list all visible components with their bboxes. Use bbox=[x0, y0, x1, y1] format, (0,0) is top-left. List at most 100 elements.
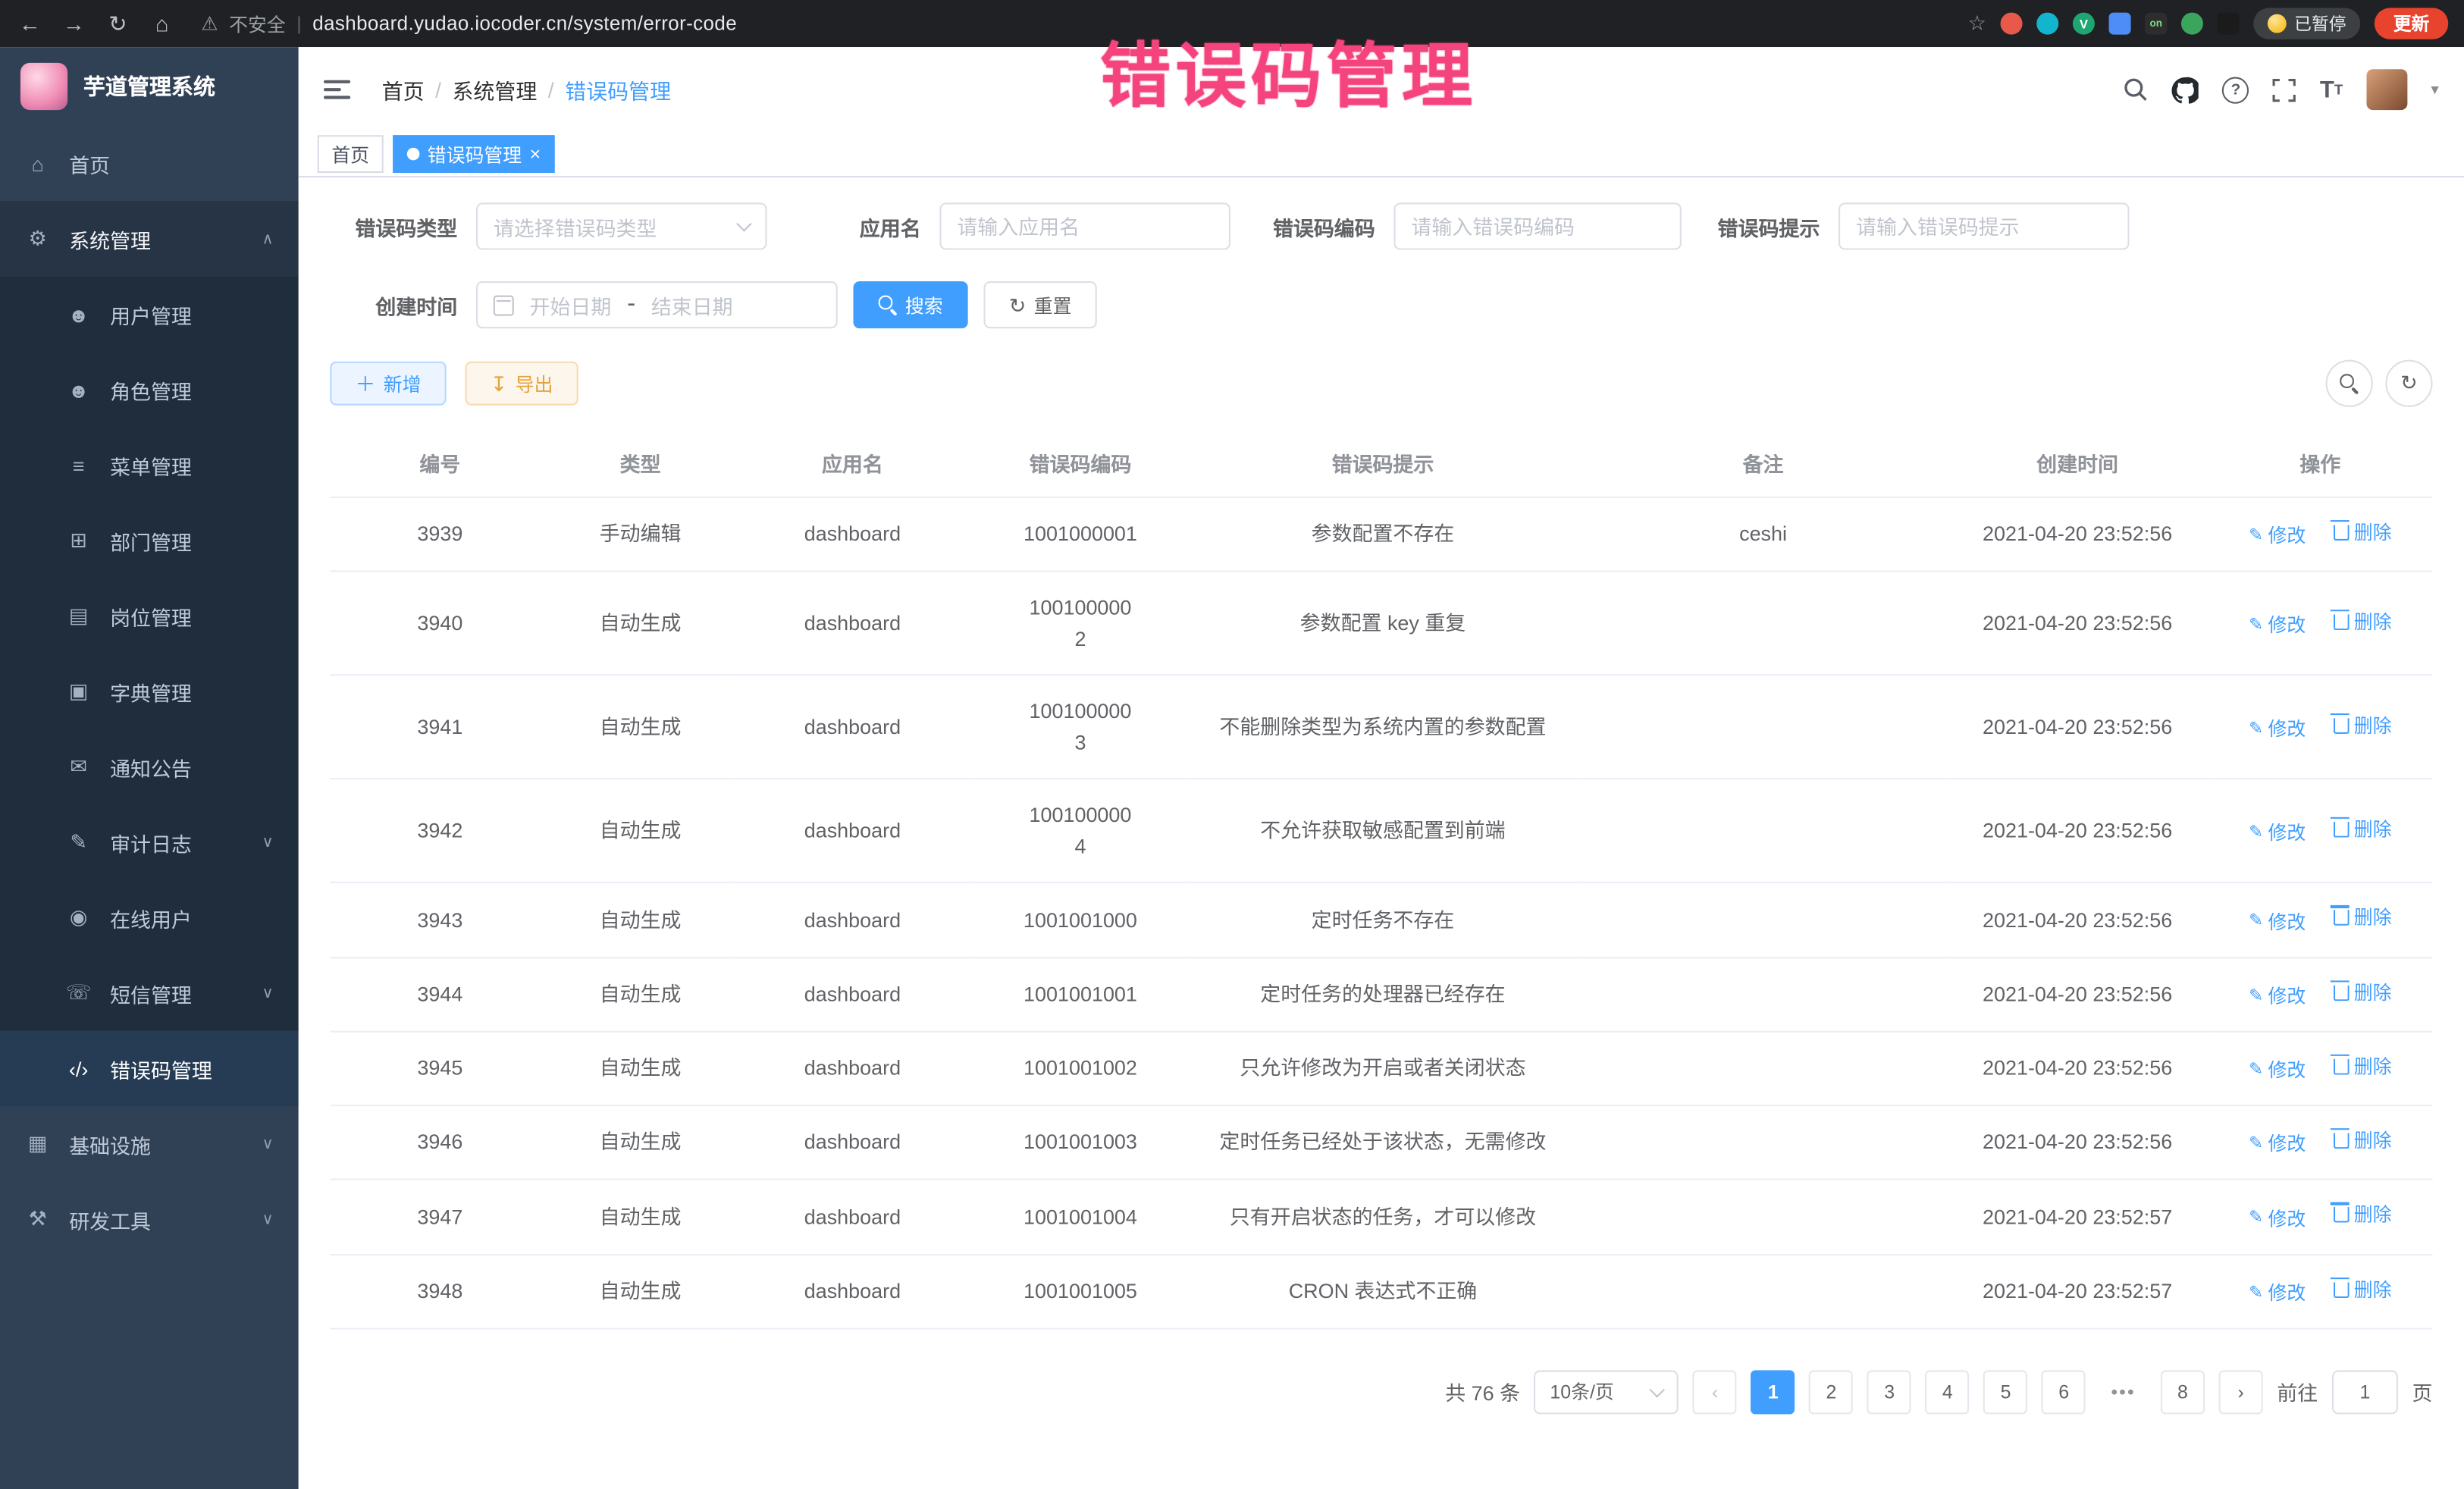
edit-link[interactable]: ✎ 修改 bbox=[2249, 1205, 2306, 1233]
edit-link[interactable]: ✎ 修改 bbox=[2249, 1279, 2306, 1307]
view-tab[interactable]: 首页 × bbox=[318, 135, 384, 173]
sidebar-menu-item[interactable]: ≡ 菜单管理 bbox=[0, 428, 299, 503]
extension-pin-icon[interactable] bbox=[2218, 13, 2240, 35]
page-button[interactable]: 1 bbox=[1751, 1370, 1795, 1414]
github-icon[interactable] bbox=[2172, 77, 2199, 103]
breadcrumb-item[interactable]: 系统管理 / bbox=[452, 74, 553, 105]
prev-page-button[interactable]: ‹ bbox=[1693, 1370, 1737, 1414]
date-range-picker[interactable]: 开始日期 - 结束日期 bbox=[476, 281, 838, 328]
browser-back-button[interactable]: ← bbox=[16, 11, 44, 36]
sidebar-menu-item[interactable]: ☻ 用户管理 bbox=[0, 277, 299, 352]
next-page-button[interactable]: › bbox=[2219, 1370, 2263, 1414]
delete-link[interactable]: 删除 bbox=[2334, 904, 2392, 932]
error-message-input[interactable] bbox=[1839, 202, 2129, 249]
edit-label: 修改 bbox=[2268, 715, 2306, 743]
sidebar-menu-item[interactable]: ▦ 基础设施 ∨ bbox=[0, 1106, 299, 1181]
page-button[interactable]: 8 bbox=[2161, 1370, 2205, 1414]
sidebar-menu-item[interactable]: ▤ 岗位管理 bbox=[0, 578, 299, 654]
edit-link[interactable]: ✎ 修改 bbox=[2249, 715, 2306, 743]
edit-link[interactable]: ✎ 修改 bbox=[2249, 908, 2306, 936]
active-dot bbox=[407, 148, 420, 161]
sidebar-menu-item[interactable]: ✉ 通知公告 bbox=[0, 729, 299, 804]
breadcrumb-item[interactable]: 错误码管理 / bbox=[565, 74, 671, 105]
edit-pencil-icon: ✎ bbox=[2249, 1280, 2263, 1306]
reset-button[interactable]: ↻ 重置 bbox=[984, 281, 1097, 328]
sidebar-menu-item[interactable]: ✎ 审计日志 ∨ bbox=[0, 804, 299, 879]
edit-link[interactable]: ✎ 修改 bbox=[2249, 1056, 2306, 1084]
search-icon[interactable] bbox=[2124, 77, 2149, 102]
cell-error-message: 参数配置不存在 bbox=[1187, 497, 1579, 572]
page-button[interactable]: 2 bbox=[1809, 1370, 1853, 1414]
chevron-down-icon[interactable]: ▾ bbox=[2431, 81, 2438, 99]
delete-link[interactable]: 删除 bbox=[2334, 1052, 2392, 1080]
view-tab[interactable]: 错误码管理 × bbox=[393, 135, 555, 173]
address-bar[interactable]: ⚠ 不安全 | dashboard.yudao.iocoder.cn/syste… bbox=[201, 10, 1952, 36]
app-name-input[interactable] bbox=[940, 202, 1230, 249]
refresh-table-button[interactable]: ↻ bbox=[2385, 360, 2432, 407]
sidebar-menu-item[interactable]: ⚙ 系统管理 ∧ bbox=[0, 201, 299, 276]
sidebar-menu-item[interactable]: ‹/› 错误码管理 bbox=[0, 1031, 299, 1106]
edit-label: 修改 bbox=[2268, 819, 2306, 847]
page-button[interactable]: 4 bbox=[1926, 1370, 1970, 1414]
goto-page-input[interactable] bbox=[2332, 1370, 2398, 1414]
fullscreen-icon[interactable] bbox=[2273, 78, 2296, 102]
search-button[interactable]: 搜索 bbox=[854, 281, 968, 328]
help-icon[interactable]: ? bbox=[2222, 77, 2249, 103]
delete-link[interactable]: 删除 bbox=[2334, 978, 2392, 1006]
profile-paused-chip[interactable]: 已暂停 bbox=[2253, 8, 2360, 39]
sidebar-menu-item[interactable]: ☏ 短信管理 ∨ bbox=[0, 955, 299, 1030]
menu-item-label: 研发工具 bbox=[69, 1205, 243, 1234]
sidebar-toggle-button[interactable] bbox=[324, 80, 350, 99]
menu-item-label: 基础设施 bbox=[69, 1129, 243, 1158]
show-search-button[interactable] bbox=[2326, 360, 2373, 407]
delete-link[interactable]: 删除 bbox=[2334, 1201, 2392, 1229]
export-button[interactable]: ↧ 导出 bbox=[466, 362, 578, 406]
page-button[interactable]: ••• bbox=[2100, 1370, 2146, 1414]
delete-link[interactable]: 删除 bbox=[2334, 711, 2392, 739]
extension-on-badge-icon[interactable] bbox=[2145, 13, 2167, 35]
breadcrumb-item[interactable]: 首页 / bbox=[382, 74, 441, 105]
sidebar-menu-item[interactable]: ◉ 在线用户 bbox=[0, 880, 299, 955]
extension-teal-icon[interactable] bbox=[2036, 13, 2058, 35]
browser-forward-button[interactable]: → bbox=[60, 11, 88, 36]
sidebar-menu-item[interactable]: ⊞ 部门管理 bbox=[0, 503, 299, 578]
edit-link[interactable]: ✎ 修改 bbox=[2249, 982, 2306, 1010]
sidebar-menu-item[interactable]: ⚒ 研发工具 ∨ bbox=[0, 1182, 299, 1257]
chevron-icon: ∨ bbox=[262, 1136, 273, 1153]
edit-link[interactable]: ✎ 修改 bbox=[2249, 522, 2306, 550]
font-size-icon[interactable]: TT bbox=[2320, 77, 2343, 103]
audit-log-icon: ✎ bbox=[66, 829, 91, 854]
sidebar-menu-item[interactable]: ⌂ 首页 bbox=[0, 126, 299, 201]
delete-link[interactable]: 删除 bbox=[2334, 519, 2392, 547]
extension-blue-icon[interactable] bbox=[2109, 13, 2131, 35]
error-code-input[interactable] bbox=[1394, 202, 1682, 249]
extension-green-v-icon[interactable] bbox=[2073, 13, 2095, 35]
browser-home-button[interactable]: ⌂ bbox=[148, 11, 176, 36]
delete-link[interactable]: 删除 bbox=[2334, 607, 2392, 635]
breadcrumb-label: 错误码管理 bbox=[565, 74, 671, 105]
edit-link[interactable]: ✎ 修改 bbox=[2249, 819, 2306, 847]
page-size-select[interactable]: 10条/页 bbox=[1535, 1370, 1679, 1414]
browser-update-button[interactable]: 更新 bbox=[2375, 8, 2448, 39]
page-button[interactable]: 3 bbox=[1867, 1370, 1911, 1414]
delete-link[interactable]: 删除 bbox=[2334, 815, 2392, 843]
close-icon[interactable]: × bbox=[530, 145, 541, 164]
delete-link[interactable]: 删除 bbox=[2334, 1127, 2392, 1155]
page-button[interactable]: 5 bbox=[1983, 1370, 2027, 1414]
bookmark-star-icon[interactable]: ☆ bbox=[1968, 11, 1986, 36]
edit-link[interactable]: ✎ 修改 bbox=[2249, 1130, 2306, 1158]
delete-link[interactable]: 删除 bbox=[2334, 1275, 2392, 1303]
avatar[interactable] bbox=[2366, 69, 2407, 110]
browser-reload-button[interactable]: ↻ bbox=[104, 10, 132, 36]
edit-link[interactable]: ✎ 修改 bbox=[2249, 611, 2306, 639]
add-button[interactable]: ＋ 新增 bbox=[330, 362, 446, 406]
error-type-select[interactable]: 请选择错误码类型 bbox=[476, 202, 766, 249]
sidebar-menu-item[interactable]: ▣ 字典管理 bbox=[0, 654, 299, 729]
extension-leaf-icon[interactable] bbox=[2181, 13, 2203, 35]
page-button[interactable]: 6 bbox=[2042, 1370, 2086, 1414]
extension-red-icon[interactable] bbox=[2001, 13, 2023, 35]
sidebar-menu-item[interactable]: ☻ 角色管理 bbox=[0, 352, 299, 427]
column-header: 应用名 bbox=[731, 429, 974, 497]
sidebar-logo[interactable]: 芋道管理系统 bbox=[0, 47, 299, 126]
cell-error-code: 1001001002 bbox=[974, 1031, 1187, 1105]
